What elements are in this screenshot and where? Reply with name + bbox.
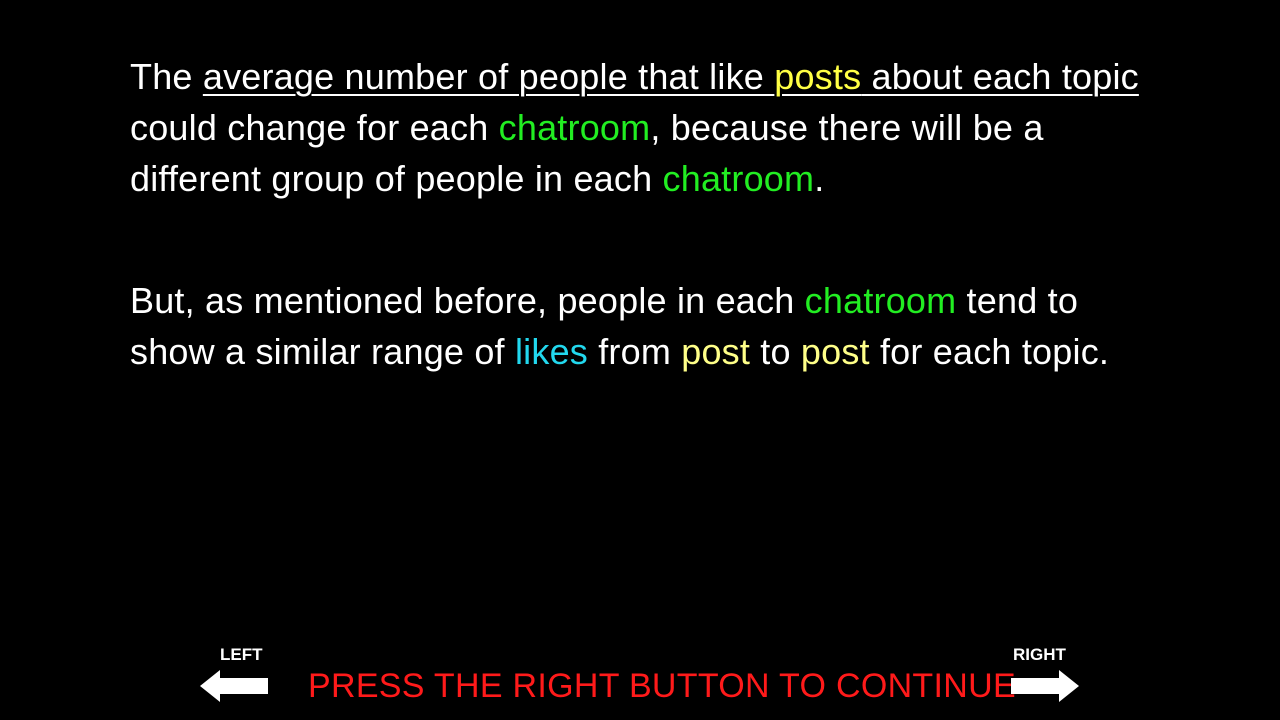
- paragraph-similar-range: But, as mentioned before, people in each…: [130, 275, 1150, 377]
- arrow-left-icon: [200, 670, 268, 702]
- para1-word-posts: posts: [774, 56, 862, 97]
- paragraph-average-likes: The average number of people that like p…: [130, 51, 1150, 204]
- arrow-right-icon: [1011, 670, 1079, 702]
- left-button-label: LEFT: [220, 645, 263, 664]
- para1-text-average: average number of people that like: [202, 56, 775, 97]
- para1-text-about-topic: about each topic: [861, 56, 1139, 97]
- para1-text-the: The: [130, 56, 203, 97]
- para2-word-post-2: post: [800, 331, 870, 372]
- para1-underlined-phrase: average number of people that like posts…: [203, 56, 1139, 97]
- para2-text-for-each-topic: for each topic.: [869, 331, 1110, 372]
- para2-text-from: from: [588, 331, 682, 372]
- para1-word-chatroom-1: chatroom: [498, 107, 651, 148]
- para2-text-but: But, as mentioned before, people in each: [130, 280, 805, 321]
- para2-text-to: to: [750, 331, 801, 372]
- para2-word-likes: likes: [514, 331, 588, 372]
- para2-word-post-1: post: [681, 331, 751, 372]
- para2-word-chatroom: chatroom: [804, 280, 957, 321]
- para1-text-could-change: could change for each: [130, 107, 499, 148]
- right-button-label: RIGHT: [1013, 645, 1066, 664]
- continue-instruction: PRESS THE RIGHT BUTTON TO CONTINUE: [308, 667, 1016, 705]
- para1-text-period: .: [814, 158, 825, 199]
- para1-word-chatroom-2: chatroom: [662, 158, 815, 199]
